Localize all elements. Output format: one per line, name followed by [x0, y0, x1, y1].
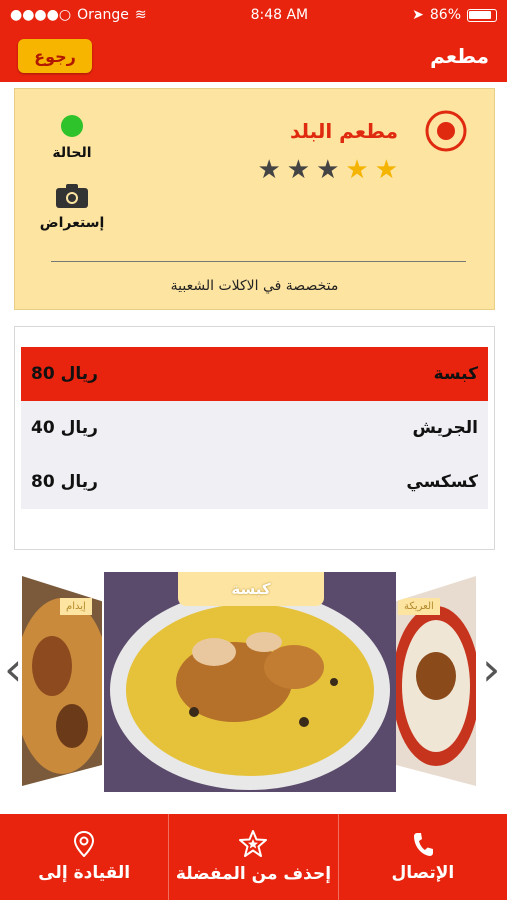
chevron-left-icon[interactable]: ‹: [4, 646, 22, 692]
star-icon: ★: [374, 155, 398, 185]
star-rating: ★ ★ ★ ★ ★: [257, 157, 398, 183]
phone-icon: [413, 833, 433, 856]
gallery-label-right: العريكة: [398, 598, 440, 615]
chevron-right-icon[interactable]: ›: [482, 646, 500, 692]
nav-bar: رجوع مطعم: [0, 30, 507, 82]
menu-item-kabsa[interactable]: 80 ريال كبسة: [21, 347, 488, 401]
battery-percent: 86%: [429, 7, 461, 23]
divider: [51, 261, 466, 262]
gallery-item-left[interactable]: إيدام: [22, 576, 102, 786]
location-icon: ➤: [412, 7, 424, 23]
star-badge-icon: [239, 830, 268, 857]
dish-price: 40 ريال: [31, 418, 98, 438]
wifi-icon: ≋: [134, 7, 147, 23]
star-icon: ★: [286, 155, 311, 185]
menu-item-jareesh[interactable]: 40 ريال الجريش: [21, 401, 488, 455]
remove-favorite-button[interactable]: إحذف من المفضلة: [168, 814, 337, 900]
menu-item-couscous[interactable]: 80 ريال كسكسي: [21, 455, 488, 509]
carrier-label: Orange: [77, 7, 129, 23]
signal-icon: ●●●●○: [10, 7, 72, 23]
dish-name: كبسة: [433, 364, 478, 384]
dish-price: 80 ريال: [31, 472, 98, 492]
target-icon: [425, 110, 467, 152]
navigate-label: القيادة إلى: [38, 863, 131, 883]
specialty-text: متخصصة في الاكلات الشعبية: [170, 278, 339, 294]
gallery-label-center: كبسة: [178, 572, 324, 606]
dish-name: كسكسي: [406, 472, 478, 492]
menu-list: 80 ريال كبسة 40 ريال الجريش 80 ريال كسكس…: [14, 326, 495, 550]
call-label: الإتصال: [391, 863, 455, 883]
star-icon: ★: [345, 155, 369, 185]
remove-favorite-label: إحذف من المفضلة: [175, 864, 332, 884]
gallery-label-left: إيدام: [60, 598, 92, 615]
dish-price: 80 ريال: [31, 364, 98, 384]
star-icon: ★: [257, 155, 281, 185]
browse-label[interactable]: إستعراض: [40, 215, 105, 231]
status-column: الحالة إستعراض: [39, 115, 105, 231]
status-right: ➤ 86%: [412, 7, 497, 23]
camera-icon[interactable]: [55, 183, 89, 209]
status-left: ●●●●○ Orange ≋: [10, 7, 147, 23]
map-pin-icon: [74, 831, 95, 857]
call-button[interactable]: الإتصال: [337, 814, 507, 900]
bottom-action-bar: القيادة إلى إحذف من المفضلة الإتصال: [0, 814, 507, 900]
back-button[interactable]: رجوع: [18, 39, 92, 73]
status-bar: ●●●●○ Orange ≋ 8:48 AM ➤ 86%: [0, 0, 507, 30]
gallery-item-right[interactable]: العريكة: [396, 576, 476, 786]
restaurant-info-card: مطعم البلد ★ ★ ★ ★ ★ الحالة إستعراض متخص…: [14, 88, 495, 310]
battery-icon: [467, 8, 497, 22]
page-title: مطعم: [430, 44, 489, 68]
restaurant-name: مطعم البلد: [289, 119, 398, 143]
clock: 8:48 AM: [250, 7, 309, 23]
food-gallery[interactable]: ‹ › إيدام العريكة كبسة: [0, 566, 507, 798]
status-label: الحالة: [52, 145, 92, 161]
gallery-item-center[interactable]: كبسة: [104, 572, 396, 792]
status-indicator: [61, 115, 83, 137]
navigate-button[interactable]: القيادة إلى: [0, 814, 168, 900]
dish-name: الجريش: [412, 418, 478, 438]
star-icon: ★: [316, 155, 340, 185]
